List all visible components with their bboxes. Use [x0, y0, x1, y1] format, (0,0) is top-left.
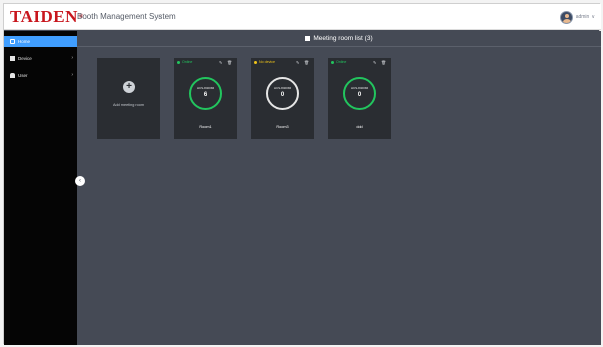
sidebar-item-user[interactable]: User › [4, 70, 77, 81]
device-model-label: HCS-8400MI [273, 86, 292, 90]
user-icon [10, 73, 15, 78]
sidebar-item-label: Home [18, 39, 31, 44]
device-count: 6 [203, 92, 208, 98]
main-content: Meeting room list (3) + Add meeting room… [77, 31, 601, 345]
plus-icon[interactable]: + [123, 81, 135, 93]
room-name: Room1 [199, 125, 212, 129]
edit-icon[interactable]: ✎ [373, 60, 376, 65]
room-card-header: Online ✎ 🗑 [328, 58, 391, 66]
username[interactable]: admin [576, 14, 590, 20]
sidebar-item-device[interactable]: Device › [4, 53, 77, 64]
status-dot [254, 61, 257, 64]
taiden-logo: TAIDEN® [10, 7, 84, 26]
grid-icon [305, 35, 311, 41]
status-text: Online [182, 59, 193, 64]
app-window: TAIDEN® Booth Management System V1.0.7 a… [3, 3, 601, 345]
status-text: No device [259, 59, 275, 64]
sidebar: Home Device › User › [4, 31, 77, 345]
edit-icon[interactable]: ✎ [219, 60, 222, 65]
delete-icon[interactable]: 🗑 [227, 60, 232, 65]
status-dot [331, 61, 334, 64]
status-text: Online [336, 59, 347, 64]
status-dot [177, 61, 180, 64]
device-icon [10, 56, 15, 61]
add-meeting-room-label: Add meeting room [112, 103, 145, 107]
chevron-right-icon: › [71, 55, 73, 61]
page-title: Meeting room list (3) [77, 31, 601, 47]
device-count: 0 [357, 92, 362, 98]
sidebar-item-label: Device [18, 56, 32, 61]
delete-icon[interactable]: 🗑 [304, 60, 309, 65]
add-meeting-room-card[interactable]: + Add meeting room [97, 58, 160, 139]
chevron-down-icon[interactable]: ∨ [591, 14, 595, 20]
room-card-header: No device ✎ 🗑 [251, 58, 314, 66]
room-card-header: Online ✎ 🗑 [174, 58, 237, 66]
room-name: Room3 [276, 125, 289, 129]
room-name: ddd [356, 125, 363, 129]
room-card[interactable]: Online ✎ 🗑 HCS-8400MI 6 Room1 [174, 58, 237, 139]
sidebar-item-label: User [18, 73, 28, 78]
user-menu[interactable]: admin ∨ [559, 9, 595, 25]
delete-icon[interactable]: 🗑 [381, 60, 386, 65]
room-card[interactable]: No device ✎ 🗑 HCS-8400MI 0 Room3 [251, 58, 314, 139]
device-model-label: HCS-8400MI [350, 86, 369, 90]
device-count: 0 [280, 92, 285, 98]
version-label: V1.0.7 [152, 15, 163, 19]
avatar[interactable] [559, 10, 573, 24]
room-card[interactable]: Online ✎ 🗑 HCS-8400MI 0 ddd [328, 58, 391, 139]
top-bar: TAIDEN® Booth Management System V1.0.7 a… [4, 4, 601, 30]
home-icon [10, 39, 15, 44]
device-model-label: HCS-8400MI [196, 86, 215, 90]
edit-icon[interactable]: ✎ [296, 60, 299, 65]
sidebar-item-home[interactable]: Home [4, 36, 77, 47]
sidebar-collapse-button[interactable]: ‹ [75, 176, 85, 186]
chevron-right-icon: › [71, 72, 73, 78]
